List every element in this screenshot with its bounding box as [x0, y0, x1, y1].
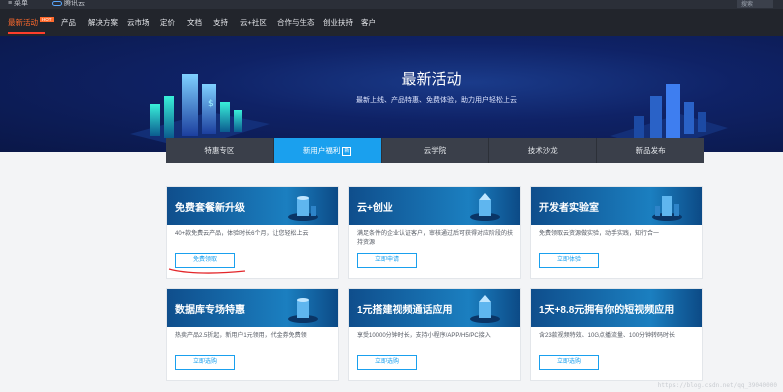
card-header: 1元搭建视频通话应用: [349, 289, 520, 327]
card-video-call[interactable]: 1元搭建视频通话应用 享受10000分钟时长，支持小程序/APP/H5/PC接入…: [348, 288, 521, 381]
search-input[interactable]: 搜索: [737, 0, 773, 8]
card-description: 40+款免费云产品，体验时长6个月，让您轻松上云: [175, 231, 309, 237]
card-title: 云+创业: [357, 203, 393, 214]
nav-item-docs[interactable]: 文档: [187, 17, 202, 28]
nav-item-pricing[interactable]: 定价: [160, 17, 175, 28]
tab-special-offers[interactable]: 特惠专区: [166, 138, 274, 163]
nav-item-startup[interactable]: 创业扶持: [323, 17, 353, 28]
card-description: 含23款视频特效、10G点播流量、100分钟转码时长: [539, 333, 676, 339]
card-title: 1元搭建视频通话应用: [357, 305, 453, 316]
buy-now-button[interactable]: 立即选购: [539, 355, 599, 370]
tab-tech-salon[interactable]: 技术沙龙: [489, 138, 598, 163]
card-description: 热卖产品2.5折起，新用户1元领用，代金券免费领: [175, 333, 307, 339]
hot-badge: HOT: [40, 17, 54, 22]
video-tower-icon: [470, 295, 500, 323]
card-header: 1天+8.8元拥有你的短视频应用: [531, 289, 702, 327]
try-now-button[interactable]: 立即体验: [539, 253, 599, 268]
card-title: 数据库专场特惠: [175, 305, 245, 316]
logo[interactable]: 腾讯云: [52, 0, 85, 8]
main-nav: 最新活动 HOT 产品 解决方案 云市场 定价 文档 支持 云+社区 合作与生态 …: [0, 9, 783, 36]
card-description: 满足条件的企业认证客户，审核通过后可获得对应阶段的扶持资源: [357, 231, 514, 246]
hero-banner: $ 最新活动 最新上线、产品特惠、免费体验，助力用户轻松上云: [0, 36, 783, 152]
nav-item-solutions[interactable]: 解决方案: [88, 17, 118, 28]
activity-tabs: 特惠专区 新用户福利新 云学院 技术沙龙 新品发布: [166, 138, 704, 163]
new-tag: 新: [342, 146, 352, 156]
database-tower-icon: [288, 196, 318, 221]
card-description: 享受10000分钟时长，支持小程序/APP/H5/PC接入: [357, 333, 491, 339]
watermark: https://blog.csdn.net/qq_39040000: [657, 382, 777, 389]
tab-new-user-benefits[interactable]: 新用户福利新: [273, 138, 382, 163]
tab-cloud-academy[interactable]: 云学院: [382, 138, 490, 163]
tab-label: 新用户福利: [302, 146, 341, 155]
database-tower-icon: [288, 298, 318, 323]
tab-new-releases[interactable]: 新品发布: [597, 138, 704, 163]
active-nav-indicator: [8, 32, 45, 34]
nav-item-community[interactable]: 云+社区: [240, 17, 267, 28]
card-header: 免费套餐新升级: [167, 187, 338, 225]
card-header: 数据库专场特惠: [167, 289, 338, 327]
buy-now-button[interactable]: 立即选购: [357, 355, 417, 370]
buy-now-button[interactable]: 立即选购: [175, 355, 235, 370]
top-bar: ≡ 菜单 腾讯云 搜索: [0, 0, 783, 9]
card-header: 开发者实验室: [531, 187, 702, 225]
nav-item-marketplace[interactable]: 云市场: [127, 17, 150, 28]
card-cloud-startup[interactable]: 云+创业 满足条件的企业认证客户，审核通过后可获得对应阶段的扶持资源 立即申请: [348, 186, 521, 279]
card-short-video[interactable]: 1天+8.8元拥有你的短视频应用 含23款视频特效、10G点播流量、100分钟转…: [530, 288, 703, 381]
card-developer-lab[interactable]: 开发者实验室 免费领取云资源做实验，动手实践，知行合一 立即体验: [530, 186, 703, 279]
lab-tower-icon: [652, 196, 682, 221]
nav-item-support[interactable]: 支持: [213, 17, 228, 28]
red-annotation-stroke: [168, 268, 246, 274]
card-title: 免费套餐新升级: [175, 203, 245, 214]
nav-item-label: 最新活动: [8, 18, 38, 27]
card-title: 1天+8.8元拥有你的短视频应用: [539, 305, 675, 316]
cloud-logo-icon: [52, 0, 62, 6]
nav-item-customers[interactable]: 客户: [361, 17, 376, 28]
card-title: 开发者实验室: [539, 203, 599, 214]
card-header: 云+创业: [349, 187, 520, 225]
apply-now-button[interactable]: 立即申请: [357, 253, 417, 268]
card-database-sale[interactable]: 数据库专场特惠 热卖产品2.5折起，新用户1元领用，代金券免费领 立即选购: [166, 288, 339, 381]
nav-item-partners[interactable]: 合作与生态: [277, 17, 315, 28]
menu-button[interactable]: ≡ 菜单: [8, 0, 28, 8]
logo-text: 腾讯云: [64, 0, 85, 7]
nav-item-products[interactable]: 产品: [61, 17, 76, 28]
card-description: 免费领取云资源做实验，动手实践，知行合一: [539, 231, 660, 237]
nav-item-latest-activity[interactable]: 最新活动 HOT: [8, 17, 54, 28]
cloud-tower-icon: [470, 193, 500, 221]
hero-subtitle: 最新上线、产品特惠、免费体验，助力用户轻松上云: [356, 97, 517, 104]
hero-title: 最新活动: [401, 71, 462, 88]
